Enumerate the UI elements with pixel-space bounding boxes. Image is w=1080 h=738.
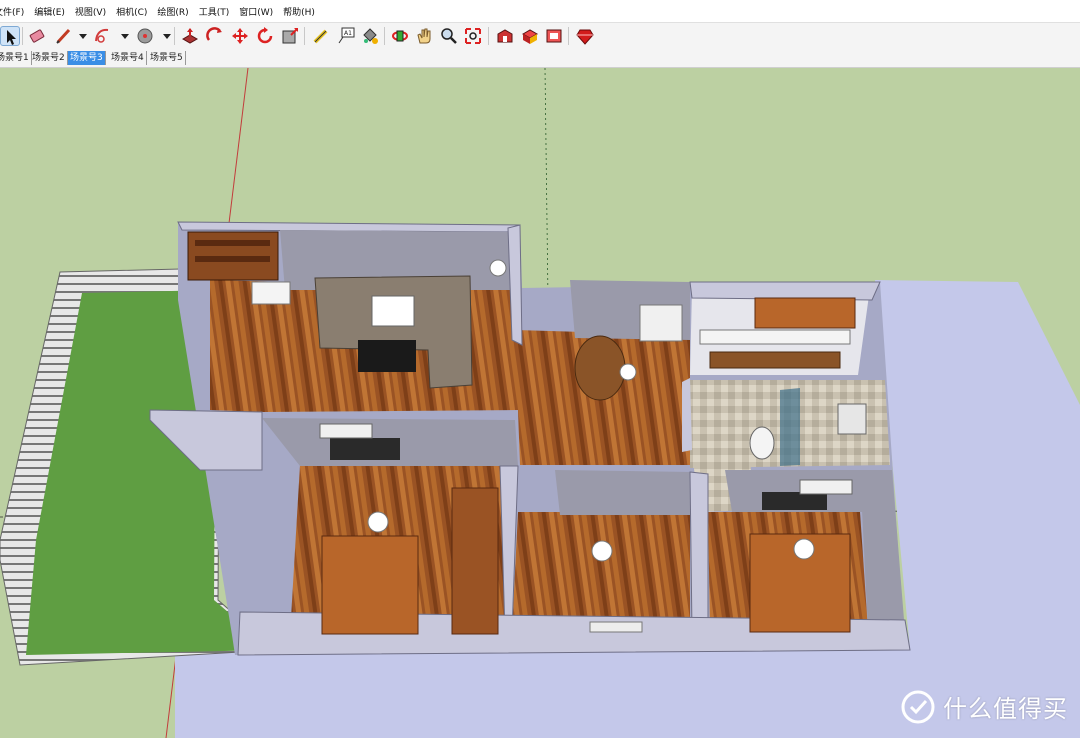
kitchen-counter: [754, 297, 856, 329]
scene-tab-2[interactable]: 场景号2: [30, 51, 68, 65]
scene-tabs: 场景号1 场景号2 场景号3 场景号4 场景号5: [0, 50, 1080, 68]
pencil-icon[interactable]: [54, 26, 74, 46]
menu-file[interactable]: 文件(F): [0, 5, 24, 18]
push-pull-icon[interactable]: [180, 26, 200, 46]
follow-me-icon[interactable]: [255, 26, 275, 46]
sink-cabinet: [251, 281, 291, 305]
ottoman: [371, 295, 415, 327]
bed-1: [321, 535, 419, 635]
coffee-table: [358, 340, 416, 372]
lamp-bedroom-2: [591, 540, 613, 562]
north-wall: [177, 221, 521, 233]
circle-tool-icon[interactable]: [135, 26, 155, 46]
offset-icon[interactable]: [280, 26, 300, 46]
menu-view[interactable]: 视图(V): [75, 5, 106, 18]
scene-tab-4[interactable]: 场景号4: [109, 51, 147, 65]
menu-draw[interactable]: 绘图(R): [157, 5, 188, 18]
bedroom2-back-wall: [555, 470, 692, 515]
zoom-icon[interactable]: [439, 26, 459, 46]
menu-camera[interactable]: 相机(C): [116, 5, 147, 18]
warehouse-icon[interactable]: [495, 26, 515, 46]
wardrobe: [451, 487, 499, 635]
watermark: 什么值得买: [901, 689, 1068, 724]
menu-window[interactable]: 窗口(W): [239, 5, 273, 18]
chevron-down-icon[interactable]: [115, 26, 129, 46]
toolbar-separator: [488, 27, 489, 45]
shower-glass: [780, 388, 800, 466]
menu-help[interactable]: 帮助(H): [283, 5, 315, 18]
rotate-icon[interactable]: [205, 26, 225, 46]
lamp-bedroom-1: [367, 511, 389, 533]
desk-2: [589, 621, 643, 633]
toolbar-separator: [568, 27, 569, 45]
ac-unit-3: [799, 479, 853, 495]
toolbar-separator: [384, 27, 385, 45]
bedroom2-floor: [512, 512, 690, 632]
partition-wall-2: [689, 471, 709, 633]
kitchen-north-wall: [689, 281, 881, 301]
scene-tab-3[interactable]: 场景号3: [68, 51, 106, 65]
text-label-icon[interactable]: A1: [336, 26, 356, 46]
menu-edit[interactable]: 编辑(E): [34, 5, 65, 18]
toolbar-separator: [22, 27, 23, 45]
orbit-icon[interactable]: [390, 26, 410, 46]
toilet: [749, 426, 775, 460]
toolbar-separator: [174, 27, 175, 45]
menu-tools[interactable]: 工具(T): [199, 5, 230, 18]
watermark-logo-icon: [901, 690, 935, 723]
ac-unit-1: [319, 423, 373, 439]
chevron-down-icon[interactable]: [157, 26, 171, 46]
tv-unit-1: [330, 438, 400, 460]
kitchen-cabinets: [709, 351, 841, 369]
lamp-bedroom-3: [793, 538, 815, 560]
ruby-icon[interactable]: [575, 26, 595, 46]
zoom-extents-icon[interactable]: [463, 26, 483, 46]
chevron-down-icon[interactable]: [73, 26, 87, 46]
toolbar: A1: [0, 22, 1080, 51]
dining-table: [574, 335, 626, 401]
watermark-text: 什么值得买: [943, 695, 1068, 723]
scene-tab-5[interactable]: 场景号5: [148, 51, 186, 65]
tv-unit-3: [762, 492, 827, 510]
menu-bar: 文件(F) 编辑(E) 视图(V) 相机(C) 绘图(R) 工具(T) 窗口(W…: [0, 0, 1080, 22]
select-tool-icon[interactable]: [0, 26, 20, 46]
arc-icon[interactable]: [93, 26, 113, 46]
pan-hand-icon[interactable]: [414, 26, 434, 46]
model-viewport[interactable]: [0, 68, 1080, 738]
bath-vanity: [837, 403, 867, 435]
svg-text:A1: A1: [344, 30, 352, 37]
floor-plan-model: [0, 68, 1080, 738]
component-icon[interactable]: [520, 26, 540, 46]
blue-axis-guide: [544, 68, 549, 301]
kitchen-sink-counter: [699, 329, 851, 345]
lamp-dining: [619, 363, 637, 381]
scene-tab-1[interactable]: 场景号1: [0, 51, 32, 65]
lamp-living: [489, 259, 507, 277]
refrigerator: [639, 304, 683, 342]
paint-bucket-icon[interactable]: [360, 26, 380, 46]
eraser-icon[interactable]: [27, 26, 47, 46]
tape-measure-icon[interactable]: [311, 26, 331, 46]
extension-icon[interactable]: [544, 26, 564, 46]
toolbar-separator: [304, 27, 305, 45]
move-icon[interactable]: [230, 26, 250, 46]
